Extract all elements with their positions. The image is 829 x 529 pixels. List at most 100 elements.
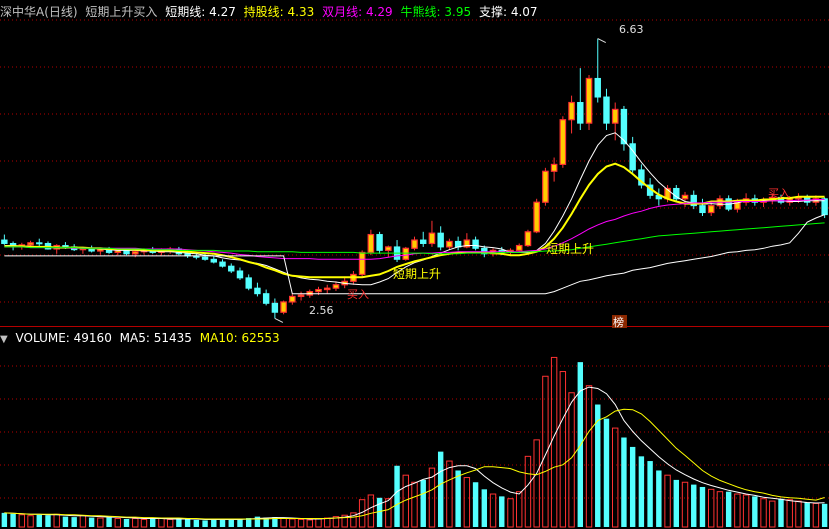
buy-signal-1: 买入 [347, 288, 369, 301]
volume-bar-up [53, 513, 60, 528]
candle-up [332, 284, 340, 289]
candle-down [36, 242, 43, 245]
short-rise-signal-1: 短期上升 [393, 267, 441, 281]
volume-bar-down [699, 486, 706, 527]
volume-bar-up [446, 460, 453, 528]
volume-bar-up [27, 515, 34, 528]
volume-bar-down [1, 512, 8, 527]
candle-down [201, 256, 209, 260]
volume-bar-down [821, 503, 828, 527]
volume-bar-up [707, 488, 715, 528]
volume-bar-up [550, 356, 558, 528]
candle-down [254, 287, 261, 295]
candle-down [699, 205, 706, 214]
candle-down [271, 302, 279, 313]
volume-bar-down [71, 517, 77, 527]
buy-signal-2: 买入 [768, 187, 790, 200]
volume-bar-down [752, 496, 758, 527]
volume-bar-down [725, 491, 732, 527]
volume-bar-down [647, 461, 653, 527]
candle-down [577, 102, 584, 124]
candle-up [358, 251, 366, 276]
volume-bar-down [499, 496, 505, 527]
volume-bar-up [140, 518, 148, 528]
hold-line [4, 162, 825, 279]
volume-bar-up [812, 502, 820, 528]
volume-bar-down [45, 515, 51, 527]
candle-up [297, 294, 305, 298]
volume-bar-down [36, 514, 42, 527]
volume-bar-down [228, 518, 234, 527]
volume-bar-down [420, 479, 426, 527]
volume-bar-up [489, 493, 497, 528]
volume-bar-up [463, 477, 471, 528]
high-price-label: 6.63 [619, 23, 644, 36]
candle-up [411, 239, 418, 249]
volume-bar-up [769, 500, 776, 528]
volume-bar-down [150, 518, 156, 527]
volume-bar-up [612, 427, 619, 528]
candle-down [594, 77, 601, 98]
candle-down [219, 261, 226, 267]
volume-bar-up [306, 519, 313, 528]
volume-bar-up [734, 493, 741, 528]
volume-bar-up [411, 481, 418, 528]
volume-bar-down [184, 518, 191, 527]
volume-bar-up [507, 498, 514, 528]
candle-up [524, 231, 532, 247]
volume-bar-down [603, 418, 610, 527]
volume-bar-up [795, 500, 802, 528]
candle-down [262, 293, 270, 304]
volume-bar-down [88, 517, 95, 527]
low-price-label: 2.56 [309, 304, 334, 317]
volume-bar-up [760, 498, 767, 528]
volume-bar-down [691, 484, 697, 527]
candle-down [472, 239, 479, 249]
candle-up [385, 246, 392, 251]
volume-bar-up [114, 518, 122, 528]
volume-bar-up [18, 514, 26, 528]
candle-up [402, 247, 410, 260]
volume-bar-up [516, 491, 523, 528]
candle-down [420, 239, 427, 244]
candle-down [236, 270, 244, 279]
volume-bar-down [10, 513, 16, 527]
candle-down [210, 258, 217, 263]
volume-bar-down [237, 519, 243, 527]
candle-up [533, 201, 540, 233]
candle-up [280, 301, 287, 313]
volume-bar-up [132, 518, 139, 528]
candle-up [681, 194, 689, 200]
candle-up [542, 170, 549, 203]
volume-bar-down [472, 482, 479, 527]
volume-bar-up [289, 518, 296, 528]
volume-bar-up [324, 517, 331, 528]
volume-bar-down [629, 446, 636, 527]
low-marker-line [274, 317, 284, 323]
candle-up [585, 77, 593, 124]
volume-bar-down [656, 470, 662, 527]
volume-bar-up [524, 455, 532, 528]
board-badge[interactable]: 榜 [613, 315, 624, 329]
candle-down [228, 265, 235, 272]
volume-bar-down [106, 517, 112, 527]
candle-up [323, 287, 331, 291]
volume-bar-down [638, 456, 645, 527]
volume-bar-up [716, 491, 724, 528]
volume-bar-down [62, 516, 69, 527]
chart-canvas[interactable]: 6.63 2.56 短期上升 短期上升 买入 买入 榜 [0, 0, 829, 529]
annotation-layer: 6.63 2.56 短期上升 短期上升 买入 买入 榜 [274, 23, 790, 329]
candle-up [515, 244, 523, 251]
volume-bar-down [481, 489, 488, 527]
volume-bar-up [533, 439, 540, 528]
volume-bar-down [621, 437, 627, 527]
candle-up [559, 119, 567, 166]
volume-bar-down [455, 470, 461, 527]
candle-down [437, 232, 444, 248]
candle-up [315, 288, 322, 293]
candle-up [446, 240, 453, 248]
candle-up [367, 233, 375, 254]
volume-bar-up [559, 371, 567, 528]
candle-up [27, 242, 34, 246]
candle-up [707, 205, 715, 214]
